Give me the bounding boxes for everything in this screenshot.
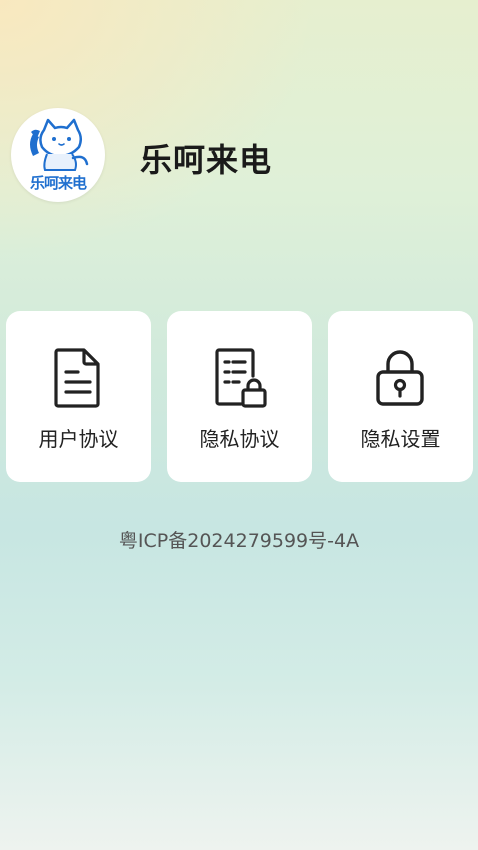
menu-cards: 用户协议 隐私协议 隐私设置 bbox=[0, 311, 478, 482]
document-icon bbox=[54, 348, 100, 408]
document-lock-icon bbox=[215, 348, 267, 408]
privacy-policy-card[interactable]: 隐私协议 bbox=[167, 311, 312, 482]
privacy-settings-label: 隐私设置 bbox=[360, 427, 441, 451]
app-header: 乐呵来电 乐呵来电 bbox=[0, 0, 478, 240]
lock-icon bbox=[376, 350, 424, 406]
app-logo: 乐呵来电 bbox=[11, 108, 105, 202]
app-title: 乐呵来电 bbox=[140, 141, 273, 179]
logo-text: 乐呵来电 bbox=[29, 174, 87, 192]
privacy-policy-label: 隐私协议 bbox=[199, 427, 280, 451]
privacy-settings-card[interactable]: 隐私设置 bbox=[328, 311, 473, 482]
icp-license-text: 粤ICP备2024279599号-4A bbox=[118, 530, 360, 552]
user-agreement-card[interactable]: 用户协议 bbox=[6, 311, 151, 482]
user-agreement-label: 用户协议 bbox=[38, 427, 119, 451]
